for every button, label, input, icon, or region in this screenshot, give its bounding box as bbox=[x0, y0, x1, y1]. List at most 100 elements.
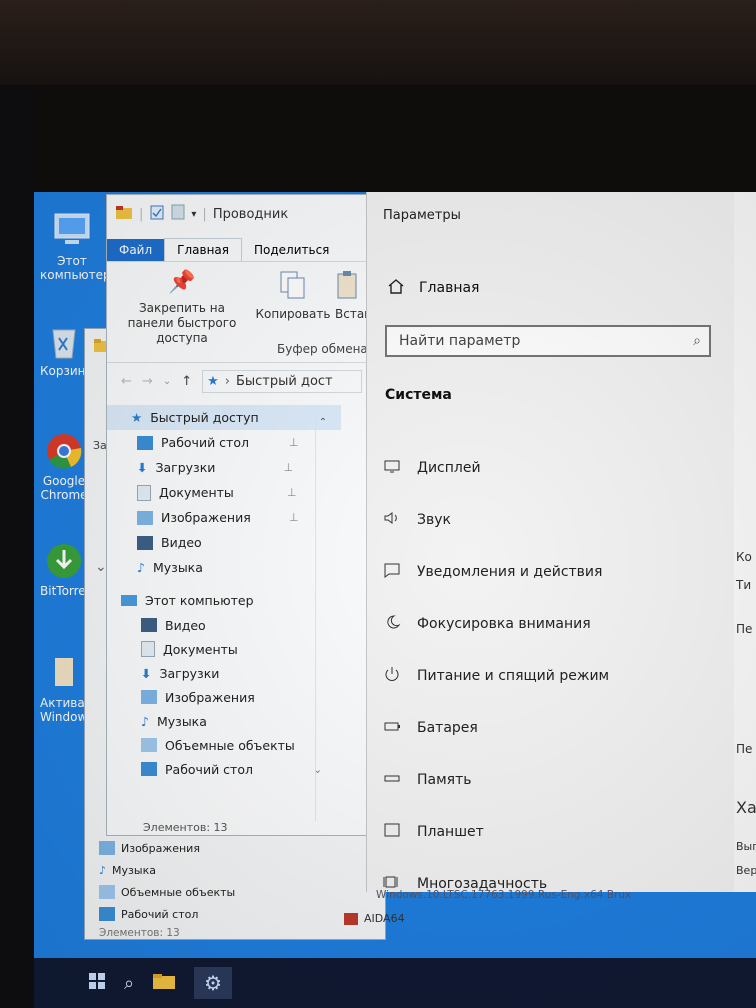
tree-item[interactable]: ♪ Музыка bbox=[99, 859, 299, 881]
tree-item-videos[interactable]: Видео bbox=[121, 530, 407, 555]
tree-item-this-pc[interactable]: Этот компьютер bbox=[121, 588, 407, 613]
pin-icon: ⊥ bbox=[289, 511, 299, 524]
desktop-folder-icon bbox=[99, 907, 115, 921]
quick-access-dropdown[interactable]: ▾ bbox=[191, 209, 196, 220]
star-icon: ★ bbox=[207, 373, 219, 389]
monitor-bezel-left bbox=[0, 85, 36, 1008]
desktop-icon-label: Активация Windows bbox=[40, 696, 88, 724]
tree-item-desktop[interactable]: Рабочий стол ⊥ bbox=[121, 430, 407, 455]
music-icon: ♪ bbox=[141, 713, 149, 729]
navigation-bar: ← → ⌄ ↑ ★ › Быстрый дост bbox=[107, 363, 407, 399]
tree-item-pictures[interactable]: Изображения bbox=[121, 685, 407, 709]
ribbon-tabs: Файл Главная Поделиться bbox=[107, 233, 407, 261]
settings-gear-icon[interactable]: ⚙ bbox=[194, 967, 233, 999]
settings-item-power[interactable]: Питание и спящий режим bbox=[383, 650, 713, 702]
computer-icon bbox=[121, 595, 137, 606]
ribbon-group-label: Буфер обмена bbox=[277, 342, 368, 356]
back-arrow-icon[interactable]: ← bbox=[121, 374, 132, 389]
power-icon bbox=[383, 666, 401, 686]
ribbon: 📌 Закрепить на панели быстрого доступа К… bbox=[107, 261, 407, 363]
desktop-icon-bittorrent[interactable]: BitTorrent bbox=[40, 540, 88, 598]
settings-item-storage[interactable]: Память bbox=[383, 754, 713, 806]
desktop: Этот компьютер Корзина Google Chrome Bit… bbox=[34, 192, 756, 1008]
tree-item-downloads[interactable]: ⬇ Загрузки bbox=[121, 661, 407, 685]
pin-quick-access-button[interactable]: 📌 Закрепить на панели быстрого доступа bbox=[117, 270, 247, 346]
settings-item-focus-assist[interactable]: Фокусировка внимания bbox=[383, 598, 713, 650]
desktop-icon-this-pc[interactable]: Этот компьютер bbox=[40, 210, 111, 282]
pin-icon: ⊥ bbox=[283, 461, 294, 474]
new-folder-icon[interactable] bbox=[171, 204, 185, 224]
pictures-icon bbox=[141, 690, 157, 704]
recycle-bin-icon bbox=[41, 320, 87, 362]
settings-item-tablet[interactable]: Планшет bbox=[383, 806, 713, 858]
tree-item[interactable]: Рабочий стол bbox=[99, 903, 299, 925]
desktop-icon-label: Этот компьютер bbox=[40, 254, 111, 282]
tree-item-downloads[interactable]: ⬇ Загрузки ⊥ bbox=[121, 455, 407, 480]
tree-item-quick-access[interactable]: ★ Быстрый доступ bbox=[107, 405, 341, 430]
download-arrow-icon: ⬇ bbox=[137, 460, 148, 475]
film-icon bbox=[137, 535, 153, 550]
tree-item-music[interactable]: ♪ Музыка bbox=[121, 709, 407, 733]
moon-icon bbox=[383, 614, 401, 634]
file-explorer-icon[interactable] bbox=[152, 972, 176, 994]
settings-search-input[interactable]: Найти параметр ⌕ bbox=[385, 325, 711, 357]
build-watermark: Windows.10.LTSC.17763.1999.Rus-Eng.x64.B… bbox=[376, 889, 632, 901]
aida64-icon bbox=[344, 912, 358, 925]
desktop-icon-chrome[interactable]: Google Chrome bbox=[40, 430, 88, 502]
copy-button[interactable]: Копировать bbox=[255, 270, 331, 321]
forward-arrow-icon[interactable]: → bbox=[142, 374, 153, 389]
settings-item-sound[interactable]: Звук bbox=[383, 494, 713, 546]
tree-item[interactable]: Объемные объекты bbox=[99, 881, 299, 903]
settings-item-multitasking[interactable]: Многозадачность bbox=[383, 858, 713, 910]
tree-item-documents[interactable]: Документы ⊥ bbox=[121, 480, 407, 505]
star-icon: ★ bbox=[131, 410, 143, 425]
settings-item-battery[interactable]: Батарея bbox=[383, 702, 713, 754]
chrome-icon bbox=[41, 430, 87, 472]
tree-item-desktop[interactable]: Рабочий стол ⌄ bbox=[121, 757, 407, 781]
bittorrent-icon bbox=[41, 540, 87, 582]
film-icon bbox=[141, 618, 157, 632]
settings-menu: Дисплей Звук Уведомления и действия Фоку… bbox=[383, 442, 713, 910]
pictures-icon bbox=[137, 510, 153, 525]
chevron-down-icon[interactable]: ⌄ bbox=[163, 376, 171, 387]
tree-item-3d-objects[interactable]: Объемные объекты bbox=[121, 733, 407, 757]
tablet-icon bbox=[383, 822, 401, 842]
tab-file[interactable]: Файл bbox=[107, 239, 165, 261]
address-bar[interactable]: ★ › Быстрый дост bbox=[202, 369, 363, 393]
tab-home[interactable]: Главная bbox=[164, 238, 242, 261]
tree-item[interactable]: Изображения bbox=[99, 837, 299, 859]
explorer-window[interactable]: | ▾ | Проводник Файл Главная Поделиться … bbox=[106, 194, 408, 836]
pin-icon: 📌 bbox=[168, 270, 196, 295]
scroll-up-icon[interactable]: ⌃ bbox=[316, 417, 330, 428]
desktop-folder-icon bbox=[137, 435, 153, 450]
desktop-icon-aida64[interactable]: AIDA64 bbox=[344, 912, 405, 925]
up-arrow-icon[interactable]: ↑ bbox=[181, 374, 192, 389]
speaker-icon bbox=[383, 510, 401, 530]
chevron-down-icon[interactable]: ⌄ bbox=[95, 559, 107, 575]
windows-start-icon[interactable] bbox=[88, 972, 106, 994]
settings-right-pane: Хар Выпу Верси Пе Пе Ко Ти bbox=[734, 192, 756, 892]
title-bar: | ▾ | Проводник bbox=[107, 195, 407, 233]
monitor-bezel-top bbox=[0, 0, 756, 85]
desktop-icon-label: Google Chrome bbox=[40, 474, 88, 502]
tree-item-videos[interactable]: Видео bbox=[121, 613, 407, 637]
settings-window[interactable]: Параметры Главная Найти параметр ⌕ Систе… bbox=[366, 192, 756, 892]
settings-item-display[interactable]: Дисплей bbox=[383, 442, 713, 494]
desktop-icon-activation[interactable]: Активация Windows bbox=[40, 652, 88, 724]
settings-item-notifications[interactable]: Уведомления и действия bbox=[383, 546, 713, 598]
music-icon: ♪ bbox=[99, 863, 107, 877]
properties-icon[interactable] bbox=[149, 204, 165, 224]
battery-icon bbox=[383, 718, 401, 738]
tree-item-pictures[interactable]: Изображения ⊥ bbox=[121, 505, 407, 530]
tree-item-documents[interactable]: Документы bbox=[121, 637, 407, 661]
activation-icon bbox=[41, 652, 87, 694]
tab-share[interactable]: Поделиться bbox=[242, 239, 341, 261]
desktop-icon-recycle-bin[interactable]: Корзина bbox=[40, 320, 88, 378]
settings-home-link[interactable]: Главная bbox=[387, 278, 479, 298]
folder-icon bbox=[115, 204, 133, 224]
tree-item-music[interactable]: ♪ Музыка bbox=[121, 555, 407, 580]
search-icon[interactable]: ⌕ bbox=[124, 973, 134, 994]
desktop-folder-icon bbox=[141, 762, 157, 776]
storage-icon bbox=[383, 770, 401, 790]
scrollbar[interactable]: ⌃ bbox=[315, 417, 330, 821]
